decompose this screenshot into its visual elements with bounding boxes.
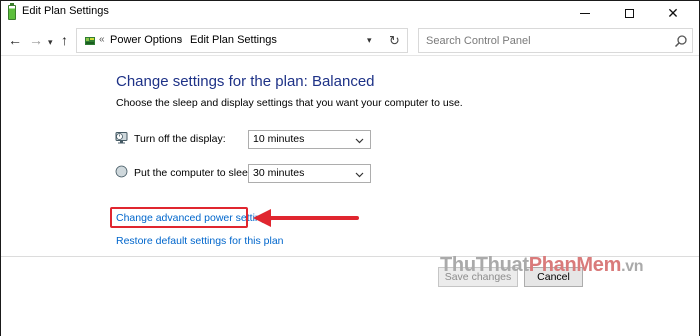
address-dropdown-button[interactable]: ▾ [367, 35, 372, 46]
red-arrow-icon [253, 209, 359, 227]
close-button[interactable]: ✕ [651, 1, 695, 25]
main-content: Change settings for the plan: Balanced C… [1, 56, 699, 336]
breadcrumb-power-options[interactable]: Power Options [110, 34, 182, 46]
chevron-down-icon [355, 138, 364, 144]
monitor-icon [115, 132, 128, 144]
search-input[interactable]: Search Control Panel [418, 28, 693, 53]
highlight-annotation [110, 207, 248, 228]
search-placeholder: Search Control Panel [426, 35, 531, 47]
watermark-part-2: PhanMem [528, 254, 622, 276]
close-icon: ✕ [667, 4, 679, 21]
watermark-logo: ThuThuatPhanMem.vn [440, 254, 644, 277]
page-description: Choose the sleep and display settings th… [116, 97, 463, 109]
display-timeout-value: 10 minutes [253, 133, 305, 145]
title-bar: Edit Plan Settings ✕ [1, 1, 699, 25]
sleep-timeout-select[interactable]: 30 minutes [248, 164, 371, 183]
back-button[interactable]: ← [8, 32, 22, 48]
breadcrumb-edit-plan-settings[interactable]: Edit Plan Settings [190, 34, 277, 46]
control-panel-icon [85, 37, 95, 45]
sleep-timeout-value: 30 minutes [253, 167, 305, 179]
edit-plan-settings-window: Edit Plan Settings ✕ ← → ▾ ↑ « Power Opt… [0, 0, 700, 336]
maximize-icon [624, 8, 634, 18]
navigation-bar: ← → ▾ ↑ « Power Options › Edit Plan Sett… [1, 25, 699, 56]
watermark-part-3: .vn [621, 258, 644, 275]
watermark-part-1: ThuThuat [440, 254, 529, 276]
moon-sleep-icon [115, 165, 128, 178]
maximize-button[interactable] [607, 1, 651, 25]
display-timeout-select[interactable]: 10 minutes [248, 130, 371, 149]
restore-default-settings-link[interactable]: Restore default settings for this plan [116, 235, 284, 247]
battery-icon [8, 3, 16, 20]
forward-button[interactable]: → [29, 32, 43, 48]
minimize-icon [580, 12, 590, 14]
recent-locations-button[interactable]: ▾ [48, 34, 53, 50]
window-title: Edit Plan Settings [22, 5, 109, 17]
breadcrumb-overflow[interactable]: « [99, 34, 105, 45]
minimize-button[interactable] [563, 1, 607, 25]
refresh-button[interactable]: ↻ [389, 33, 400, 49]
up-button[interactable]: ↑ [61, 32, 68, 48]
sleep-timeout-label: Put the computer to sleep: [134, 167, 257, 179]
address-bar[interactable]: « Power Options › Edit Plan Settings ▾ ↻ [76, 28, 408, 53]
breadcrumb-separator[interactable]: › [179, 34, 182, 45]
display-timeout-label: Turn off the display: [134, 133, 226, 145]
chevron-down-icon [355, 172, 364, 178]
page-title: Change settings for the plan: Balanced [116, 73, 375, 90]
search-icon [674, 35, 687, 48]
